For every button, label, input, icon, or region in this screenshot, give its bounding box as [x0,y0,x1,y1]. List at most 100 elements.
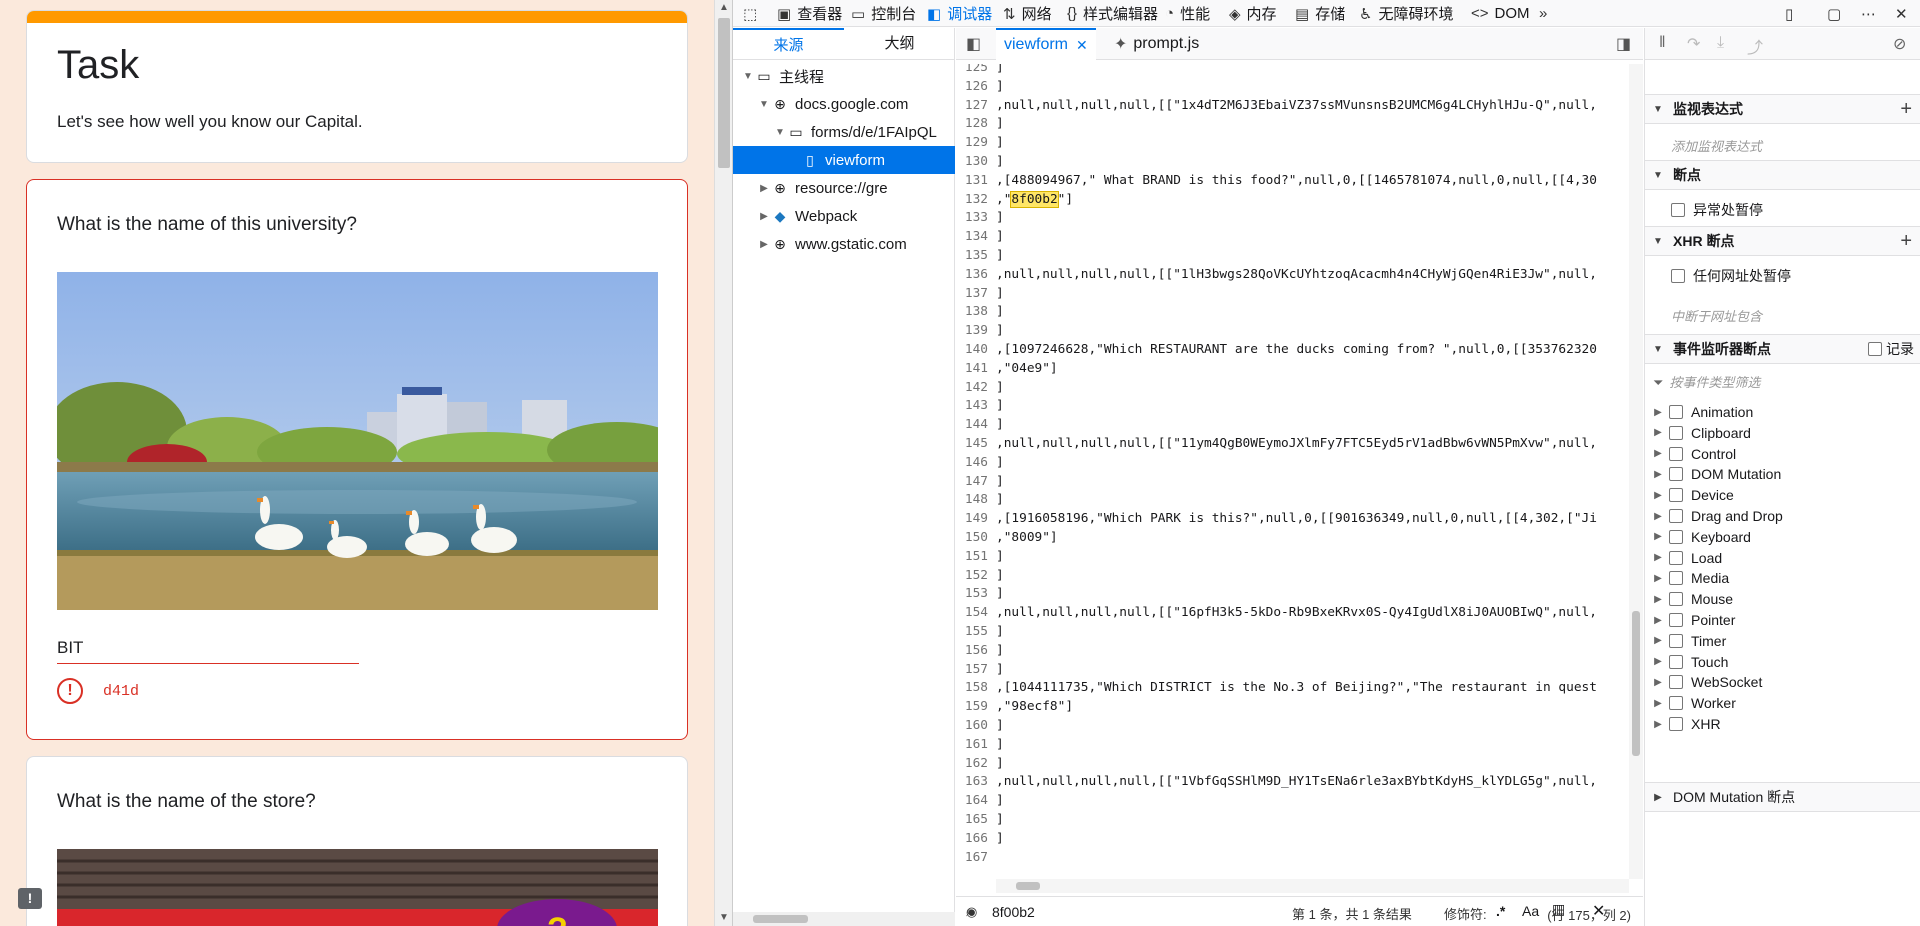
tab-debugger[interactable]: ◧ 调试器 [927,0,992,27]
add-xhr-breakpoint-icon[interactable]: + [1900,230,1912,253]
close-icon[interactable]: ✕ [1076,37,1088,54]
pause-on-exceptions-checkbox[interactable] [1671,203,1685,217]
deactivate-breakpoints-icon[interactable]: ⊘ [1893,34,1906,54]
breakpoints-header[interactable]: ▼ 断点 [1645,160,1920,190]
event-listener-breakpoints-header[interactable]: ▼ 事件监听器断点 记录 [1645,334,1920,364]
editor-tab-viewform[interactable]: viewform ✕ [996,28,1096,60]
pause-any-url-row[interactable]: 任何网址处暂停 [1645,264,1920,288]
element-picker-icon[interactable]: ⬚ [743,0,763,27]
tab-storage[interactable]: ▤ 存储 [1295,0,1345,27]
line-number[interactable]: 126 [956,78,996,97]
collapsed-arrow-icon[interactable]: ▶ [1651,427,1665,438]
tree-item-main-thread[interactable]: ▼ ▭ 主线程 [733,62,955,90]
xhr-url-input[interactable]: 中断于网址包含 [1671,306,1762,325]
tab-console[interactable]: ▭ 控制台 [851,0,916,27]
event-category-checkbox[interactable] [1669,425,1683,440]
line-number[interactable]: 128 [956,115,996,134]
event-filter-input[interactable]: ⏷ 按事件类型筛选 [1653,372,1760,391]
line-number[interactable]: 159 [956,698,996,717]
line-number[interactable]: 129 [956,134,996,153]
tab-inspector[interactable]: ▣ 查看器 [777,0,842,27]
scrollbar-thumb[interactable] [1016,882,1040,890]
line-number[interactable]: 167 [956,849,996,868]
line-number[interactable]: 150 [956,529,996,548]
watch-expressions-header[interactable]: ▼ 监视表达式 + [1645,94,1920,124]
collapsed-arrow-icon[interactable]: ▶ [1651,469,1665,480]
event-category-checkbox[interactable] [1669,592,1683,607]
editor-tab-prompt-js[interactable]: ✦ prompt.js [1114,28,1199,60]
collapsed-arrow-icon[interactable]: ▶ [1651,490,1665,501]
close-devtools-icon[interactable]: ✕ [1895,0,1914,27]
log-events-toggle[interactable]: 记录 [1868,339,1914,359]
line-number[interactable]: 144 [956,416,996,435]
collapsed-arrow-icon[interactable]: ▶ [1651,656,1665,667]
tab-dom[interactable]: <> DOM [1471,0,1530,27]
scroll-down-icon[interactable]: ▼ [719,912,729,923]
line-number[interactable]: 163 [956,773,996,792]
code-view[interactable]: 125] 126] 127 ,null,null,null,null,[["1x4dT… [956,64,1643,879]
line-number[interactable]: 142 [956,379,996,398]
event-category-checkbox[interactable] [1669,717,1683,731]
line-number[interactable]: 133 [956,209,996,228]
add-watch-icon[interactable]: + [1900,98,1912,121]
split-console-icon[interactable]: ▯ [1785,0,1799,27]
line-number[interactable]: 131 [956,172,996,191]
scrollbar-thumb[interactable] [1632,611,1640,756]
line-number[interactable]: 134 [956,228,996,247]
feedback-icon[interactable]: ! [18,888,42,909]
more-tabs-icon[interactable]: » [1539,0,1553,27]
event-category-checkbox[interactable] [1669,550,1683,565]
line-number[interactable]: 135 [956,247,996,266]
pause-on-exceptions-row[interactable]: 异常处暂停 [1645,198,1920,222]
line-number[interactable]: 149 [956,510,996,529]
step-over-icon[interactable]: ↷ [1687,34,1700,54]
toggle-debugger-panel-icon[interactable]: ◨ [1616,28,1631,60]
toggle-prettyprint-icon[interactable]: ◉ [966,904,977,920]
collapsed-arrow-icon[interactable]: ▶ [1651,677,1665,688]
xhr-breakpoints-header[interactable]: ▼ XHR 断点 + [1645,226,1920,256]
tab-outline[interactable]: 大纲 [844,28,955,60]
collapsed-arrow-icon[interactable]: ▶ [1651,635,1665,646]
watch-expression-input[interactable]: 添加监视表达式 [1671,136,1762,155]
collapsed-arrow-icon[interactable]: ▶ [1651,531,1665,542]
collapsed-arrow-icon[interactable]: ▶ [1651,573,1665,584]
event-category-checkbox[interactable] [1669,446,1683,461]
line-number[interactable]: 164 [956,792,996,811]
line-number[interactable]: 132 [956,191,996,210]
line-number[interactable]: 166 [956,830,996,849]
line-number[interactable]: 153 [956,585,996,604]
toggle-navigator-icon[interactable]: ◧ [966,28,981,60]
pause-icon[interactable]: ‖ [1659,34,1666,52]
tab-style-editor[interactable]: {} 样式编辑器 [1067,0,1158,27]
event-category-checkbox[interactable] [1669,613,1683,627]
scrollbar-thumb[interactable] [753,915,808,923]
tab-sources[interactable]: 来源 [733,28,844,60]
event-category-checkbox[interactable] [1669,488,1683,503]
line-number[interactable]: 157 [956,661,996,680]
line-number[interactable]: 125 [956,64,996,78]
event-category-checkbox[interactable] [1669,467,1683,482]
tree-item-gstatic[interactable]: ▶ ⊕ www.gstatic.com [733,230,955,258]
code-vertical-scrollbar[interactable] [1629,64,1643,879]
collapsed-arrow-icon[interactable]: ▶ [1651,698,1665,709]
event-category-checkbox[interactable] [1669,509,1683,523]
line-number[interactable]: 160 [956,717,996,736]
tree-item-forms-folder[interactable]: ▼ ▭ forms/d/e/1FAIpQL [733,118,955,146]
event-category-checkbox[interactable] [1669,696,1683,711]
line-number[interactable]: 162 [956,755,996,774]
event-category-checkbox[interactable] [1669,633,1683,648]
event-category-checkbox[interactable] [1669,654,1683,669]
tree-item-resource-gre[interactable]: ▶ ⊕ resource://gre [733,174,955,202]
collapsed-arrow-icon[interactable]: ▶ [1651,594,1665,605]
line-number[interactable]: 155 [956,623,996,642]
code-horizontal-scrollbar[interactable] [996,879,1629,893]
step-out-icon[interactable]: ⤴ [1747,34,1763,58]
collapsed-arrow-icon[interactable]: ▶ [1651,448,1665,459]
event-category-checkbox[interactable] [1669,405,1683,419]
line-number[interactable]: 151 [956,548,996,567]
tab-memory[interactable]: ◈ 内存 [1229,0,1277,27]
tree-item-viewform[interactable]: ▯ viewform [733,146,955,174]
collapsed-arrow-icon[interactable]: ▶ [1651,719,1665,730]
event-category-row[interactable]: ▶ XHR [1645,712,1920,736]
more-options-icon[interactable]: ⋯ [1861,0,1882,27]
